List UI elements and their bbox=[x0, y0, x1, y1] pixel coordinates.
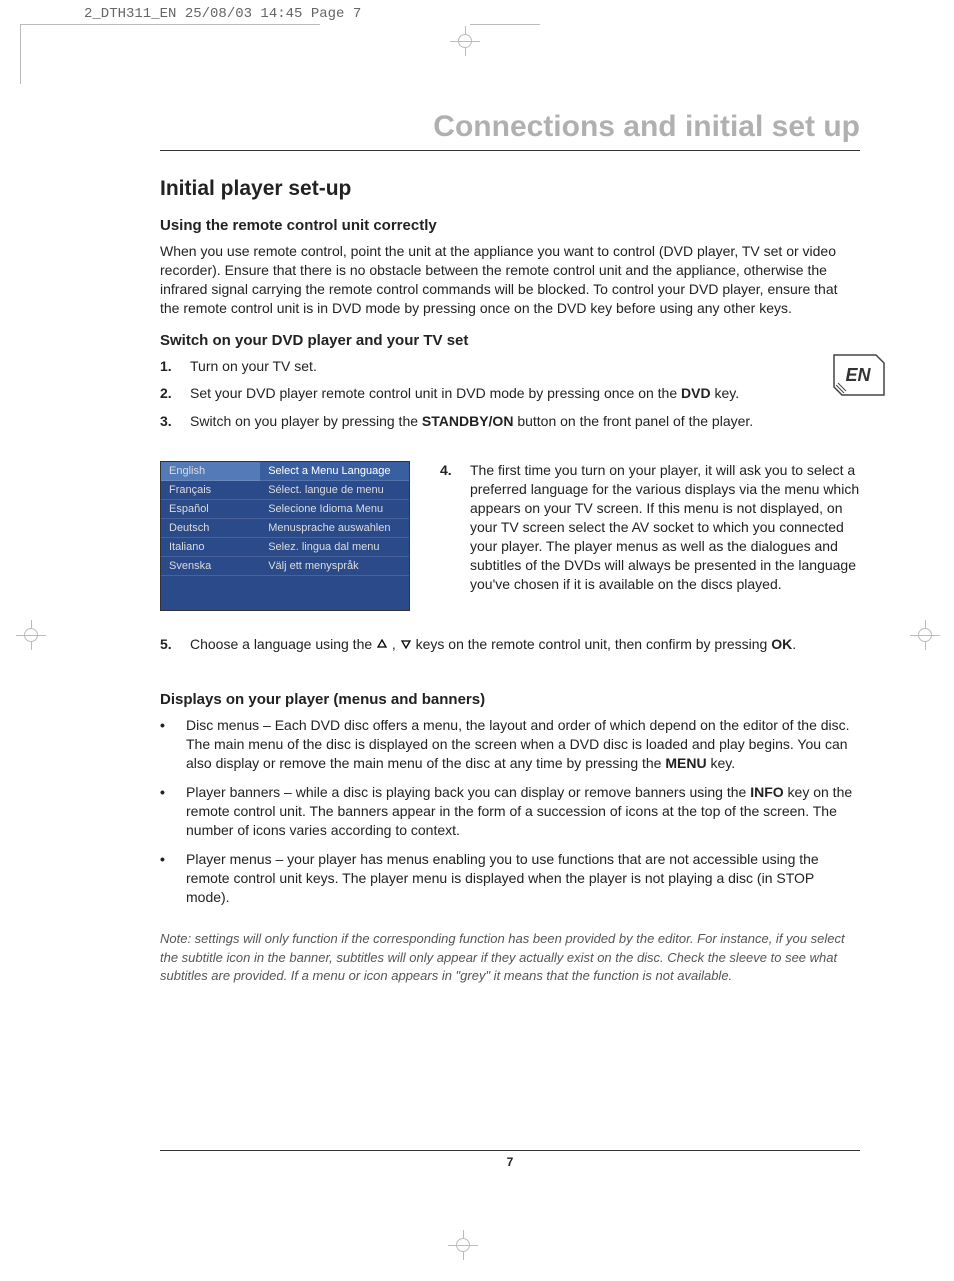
print-header: 2_DTH311_EN 25/08/03 14:45 Page 7 bbox=[84, 6, 361, 22]
step-5: 5. Choose a language using the , keys on… bbox=[160, 635, 860, 655]
lang-menu-row: SvenskaVälj ett menyspråk bbox=[161, 557, 409, 576]
down-arrow-icon bbox=[400, 636, 412, 656]
lang-menu-name: Italiano bbox=[161, 538, 260, 557]
lang-menu-name: Deutsch bbox=[161, 519, 260, 538]
step-number: 1. bbox=[160, 357, 178, 377]
steps-list: 1. Turn on your TV set. 2. Set your DVD … bbox=[160, 357, 860, 432]
registration-mark-left bbox=[16, 620, 46, 650]
step-number: 3. bbox=[160, 412, 178, 432]
registration-mark-bottom bbox=[448, 1230, 478, 1260]
step-3: 3. Switch on you player by pressing the … bbox=[160, 412, 860, 432]
bullet-icon: • bbox=[160, 850, 170, 907]
lang-menu-prompt: Selez. lingua dal menu bbox=[260, 538, 409, 557]
subheading-remote: Using the remote control unit correctly bbox=[160, 217, 860, 234]
note-text: Note: settings will only function if the… bbox=[160, 930, 860, 985]
subheading-displays: Displays on your player (menus and banne… bbox=[160, 691, 860, 708]
step-text: Switch on you player by pressing the STA… bbox=[190, 412, 753, 432]
page-title: Connections and initial set up bbox=[160, 110, 860, 151]
lang-menu-row: ItalianoSelez. lingua dal menu bbox=[161, 538, 409, 557]
list-item: • Player banners – while a disc is playin… bbox=[160, 783, 860, 840]
lang-menu-prompt: Menusprache auswahlen bbox=[260, 519, 409, 538]
steps-list-cont: 5. Choose a language using the , keys on… bbox=[160, 635, 860, 655]
page-number: 7 bbox=[507, 1155, 514, 1169]
list-item: • Disc menus – Each DVD disc offers a men… bbox=[160, 716, 860, 773]
step-2: 2. Set your DVD player remote control un… bbox=[160, 384, 860, 404]
svg-text:EN: EN bbox=[845, 365, 871, 385]
lang-menu-name: English bbox=[161, 462, 260, 481]
page-footer: 7 bbox=[160, 1150, 860, 1169]
page-content: Connections and initial set up Initial p… bbox=[160, 110, 860, 985]
list-item-text: Player banners – while a disc is playing… bbox=[186, 783, 860, 840]
list-item-text: Disc menus – Each DVD disc offers a menu… bbox=[186, 716, 860, 773]
crop-line-top bbox=[20, 24, 320, 25]
step-text: The first time you turn on your player, … bbox=[470, 461, 860, 593]
lang-menu-row: EnglishSelect a Menu Language bbox=[161, 462, 409, 481]
step-number: 5. bbox=[160, 635, 178, 655]
section-heading: Initial player set-up bbox=[160, 177, 860, 201]
language-badge: EN bbox=[832, 353, 886, 397]
step-text: Set your DVD player remote control unit … bbox=[190, 384, 739, 404]
bullet-icon: • bbox=[160, 716, 170, 773]
paragraph-remote: When you use remote control, point the u… bbox=[160, 242, 860, 318]
step-text: Turn on your TV set. bbox=[190, 357, 317, 377]
lang-menu-row: DeutschMenusprache auswahlen bbox=[161, 519, 409, 538]
step-text: Choose a language using the , keys on th… bbox=[190, 635, 796, 655]
bullet-icon: • bbox=[160, 783, 170, 840]
lang-menu-prompt: Sélect. langue de menu bbox=[260, 481, 409, 500]
step-number: 4. bbox=[440, 461, 458, 593]
lang-menu-row: EspañolSelecione Idioma Menu bbox=[161, 500, 409, 519]
registration-mark-top bbox=[450, 26, 480, 56]
crop-line-left bbox=[20, 24, 21, 84]
lang-menu-prompt: Välj ett menyspråk bbox=[260, 557, 409, 576]
registration-mark-right bbox=[910, 620, 940, 650]
step-4: 4. The first time you turn on your playe… bbox=[440, 461, 860, 593]
step-4-row: EnglishSelect a Menu LanguageFrançaisSél… bbox=[160, 461, 860, 611]
language-menu-screenshot: EnglishSelect a Menu LanguageFrançaisSél… bbox=[160, 461, 410, 611]
step-1: 1. Turn on your TV set. bbox=[160, 357, 860, 377]
lang-menu-name: Svenska bbox=[161, 557, 260, 576]
subheading-switch-on: Switch on your DVD player and your TV se… bbox=[160, 332, 860, 349]
bullet-list: • Disc menus – Each DVD disc offers a men… bbox=[160, 716, 860, 906]
lang-menu-name: Français bbox=[161, 481, 260, 500]
lang-menu-prompt: Select a Menu Language bbox=[260, 462, 409, 481]
step-number: 2. bbox=[160, 384, 178, 404]
lang-menu-row: FrançaisSélect. langue de menu bbox=[161, 481, 409, 500]
lang-menu-name: Español bbox=[161, 500, 260, 519]
up-arrow-icon bbox=[376, 636, 388, 656]
crop-line-top-right bbox=[470, 24, 540, 25]
list-item-text: Player menus – your player has menus ena… bbox=[186, 850, 860, 907]
list-item: • Player menus – your player has menus en… bbox=[160, 850, 860, 907]
lang-menu-prompt: Selecione Idioma Menu bbox=[260, 500, 409, 519]
